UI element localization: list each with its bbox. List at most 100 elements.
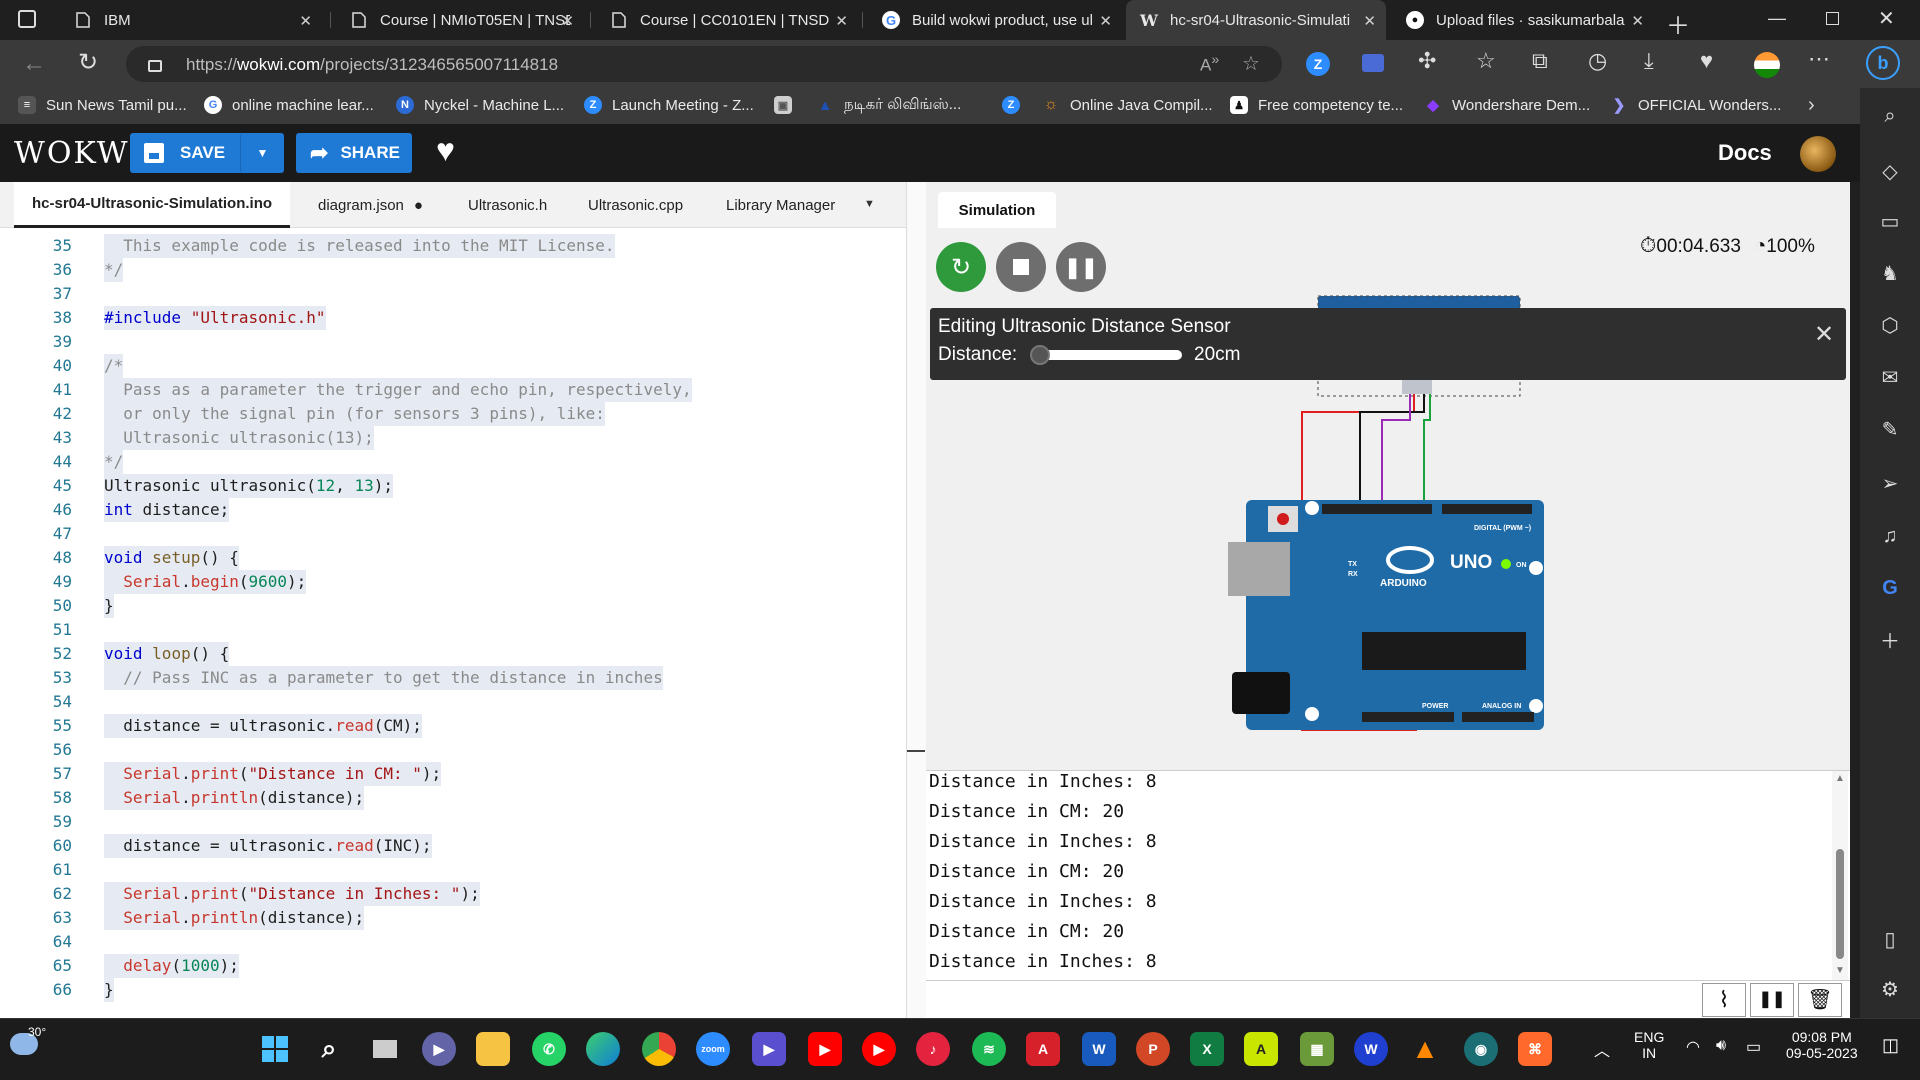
collections-icon[interactable]: ⧉	[1532, 48, 1548, 74]
restore-icon[interactable]	[1826, 12, 1839, 25]
bookmark-wondershare-official[interactable]: ❯ OFFICIAL Wonders...	[1610, 96, 1782, 115]
browser-tab-github[interactable]: ● Upload files · sasikumarbala ✕	[1392, 0, 1654, 40]
health-icon[interactable]: ♥	[1700, 48, 1713, 74]
browser-tab-wokwi[interactable]: W hc-sr04-Ultrasonic-Simulati ✕	[1126, 0, 1386, 40]
bookmark-zoom-meeting[interactable]: Z Launch Meeting - Z...	[584, 96, 754, 114]
add-icon[interactable]: ＋	[1878, 630, 1902, 654]
browser-tab-ibm[interactable]: IBM ✕	[60, 0, 322, 40]
spotify-icon[interactable]: ≋	[972, 1032, 1006, 1066]
bookmark-tamil[interactable]: ▲ நடிகர் லிவிங்ஸ்...	[816, 96, 962, 115]
hexagon-icon[interactable]: ⬡	[1878, 314, 1902, 338]
settings-gear-icon[interactable]: ⚙	[1878, 978, 1902, 1002]
add-favorite-icon[interactable]: ☆	[1242, 51, 1260, 76]
search-icon[interactable]: ⌕	[312, 1032, 346, 1066]
recorder-app-icon[interactable]: ◉	[1464, 1032, 1498, 1066]
excel-icon[interactable]: X	[1190, 1032, 1224, 1066]
zoom-app-icon[interactable]: zoom	[696, 1032, 730, 1066]
media-player-icon[interactable]: ▶	[752, 1032, 786, 1066]
word-icon[interactable]: W	[1082, 1032, 1116, 1066]
browser-tab-cc0101[interactable]: Course | CC0101EN | TNSD ✕	[596, 0, 858, 40]
tab-actions-icon[interactable]	[18, 10, 36, 28]
extensions-puzzle-icon[interactable]: ✣	[1418, 48, 1436, 74]
splitter-handle[interactable]	[907, 750, 925, 752]
heart-icon[interactable]: ♥	[436, 132, 455, 169]
scroll-down-icon[interactable]: ▼	[1835, 965, 1845, 976]
file-explorer-icon[interactable]	[476, 1032, 510, 1066]
close-icon[interactable]: ✕	[1814, 320, 1834, 349]
youtube-music-icon[interactable]: ▶	[862, 1032, 896, 1066]
tray-chevron-icon[interactable]: ︿	[1594, 1037, 1610, 1061]
outlook-icon[interactable]: ✉	[1878, 366, 1902, 390]
share-button[interactable]: ➦ SHARE	[296, 133, 412, 173]
scroll-up-icon[interactable]: ▲	[1835, 773, 1845, 784]
acrobat-icon[interactable]: A	[1026, 1032, 1060, 1066]
wondershare-app-icon[interactable]: W	[1354, 1032, 1388, 1066]
sidebar-toggle-icon[interactable]: ▯	[1878, 928, 1902, 952]
history-icon[interactable]: ◷	[1588, 48, 1607, 74]
bookmark-wondershare-demo[interactable]: ◆ Wondershare Dem...	[1424, 96, 1590, 115]
minimize-icon[interactable]: —	[1768, 8, 1786, 29]
wifi-icon[interactable]: ◠	[1686, 1037, 1700, 1057]
tag-icon[interactable]: ◇	[1878, 160, 1902, 184]
download-icon[interactable]: ⤓	[1644, 48, 1654, 74]
battery-icon[interactable]: ▭	[1746, 1037, 1761, 1057]
back-arrow-icon[interactable]: ←	[22, 50, 46, 78]
tab-ultrasonic-cpp[interactable]: Ultrasonic.cpp	[570, 182, 701, 228]
close-icon[interactable]: ✕	[561, 12, 574, 30]
wokwi-logo[interactable]: WOKWI	[14, 136, 143, 171]
volume-icon[interactable]: 🔊︎	[1716, 1037, 1726, 1055]
powerpoint-icon[interactable]: P	[1136, 1032, 1170, 1066]
browser-tab-nmiot[interactable]: Course | NMIoT05EN | TNSD ✕	[336, 0, 584, 40]
more-menu-icon[interactable]: ⋯	[1808, 46, 1830, 72]
url-bar[interactable]: https://wokwi.com/projects/3123465650071…	[126, 46, 1282, 82]
send-icon[interactable]: ➢	[1878, 472, 1902, 496]
tab-library-manager[interactable]: Library Manager	[708, 182, 853, 228]
close-icon[interactable]: ✕	[1099, 12, 1112, 30]
serial-input[interactable]: ⌇ ❚❚ 🗑	[926, 980, 1850, 1018]
bookmark-nyckel[interactable]: N Nyckel - Machine L...	[396, 96, 564, 114]
bookmark-zoom[interactable]: Z	[1002, 96, 1030, 114]
bookmark-online-ml[interactable]: Gonline machine lear...	[204, 96, 374, 114]
scroll-thumb[interactable]	[1836, 849, 1844, 959]
task-view-icon[interactable]	[368, 1032, 402, 1066]
bookmark-java-compiler[interactable]: ☼ Online Java Compil...	[1042, 96, 1213, 114]
new-tab-plus-icon[interactable]: ＋	[1666, 6, 1690, 41]
edge-browser-icon[interactable]	[586, 1032, 620, 1066]
avatar[interactable]	[1800, 136, 1836, 172]
distance-slider[interactable]	[1030, 345, 1182, 365]
tab-ultrasonic-h[interactable]: Ultrasonic.h	[450, 182, 565, 228]
serial-pause-button[interactable]: ❚❚	[1750, 983, 1794, 1017]
close-icon[interactable]: ✕	[299, 12, 312, 30]
bookmark-image[interactable]: ▣	[774, 96, 802, 114]
language-indicator[interactable]: ENG IN	[1634, 1029, 1664, 1061]
windows-start-icon[interactable]	[258, 1032, 292, 1066]
clock[interactable]: 09:08 PM 09-05-2023	[1786, 1029, 1858, 1061]
notifications-icon[interactable]: ◫	[1882, 1035, 1899, 1056]
tab-diagram-json[interactable]: diagram.json ●	[300, 182, 441, 228]
bookmarks-overflow-chevron-icon[interactable]: ›	[1808, 94, 1815, 117]
save-dropdown-button[interactable]: ▼	[240, 133, 284, 173]
scrollbar[interactable]: ▲ ▼	[1832, 771, 1848, 981]
read-aloud-icon[interactable]: A»	[1200, 52, 1219, 76]
chrome-icon[interactable]	[642, 1032, 676, 1066]
chess-icon[interactable]: ♞	[1878, 262, 1902, 286]
clear-button[interactable]: 🗑	[1798, 983, 1842, 1017]
close-icon[interactable]: ✕	[835, 12, 848, 30]
docs-link[interactable]: Docs	[1718, 140, 1772, 166]
refresh-icon[interactable]: ↻	[78, 48, 98, 77]
favorites-icon[interactable]: ☆	[1476, 48, 1496, 74]
search-icon[interactable]: ⌕	[1878, 104, 1902, 128]
chat-icon[interactable]: ▶	[422, 1032, 456, 1066]
plotter-button[interactable]: ⌇	[1702, 983, 1746, 1017]
close-icon[interactable]: ✕	[1631, 12, 1644, 30]
bell-icon[interactable]: ♫	[1878, 524, 1902, 548]
google-icon[interactable]: G	[1878, 576, 1902, 600]
tab-ino-file[interactable]: hc-sr04-Ultrasonic-Simulation.ino	[14, 182, 291, 228]
briefcase-icon[interactable]: ▭	[1878, 210, 1902, 234]
youtube-icon[interactable]: ▶	[808, 1032, 842, 1066]
bing-copilot-icon[interactable]: b	[1866, 46, 1900, 80]
photo-app-icon[interactable]: ▦	[1300, 1032, 1334, 1066]
edit-image-icon[interactable]: ✎	[1878, 418, 1902, 442]
font-app-icon[interactable]: A	[1244, 1032, 1278, 1066]
bookmark-sun-news[interactable]: ≡ Sun News Tamil pu...	[18, 96, 187, 114]
